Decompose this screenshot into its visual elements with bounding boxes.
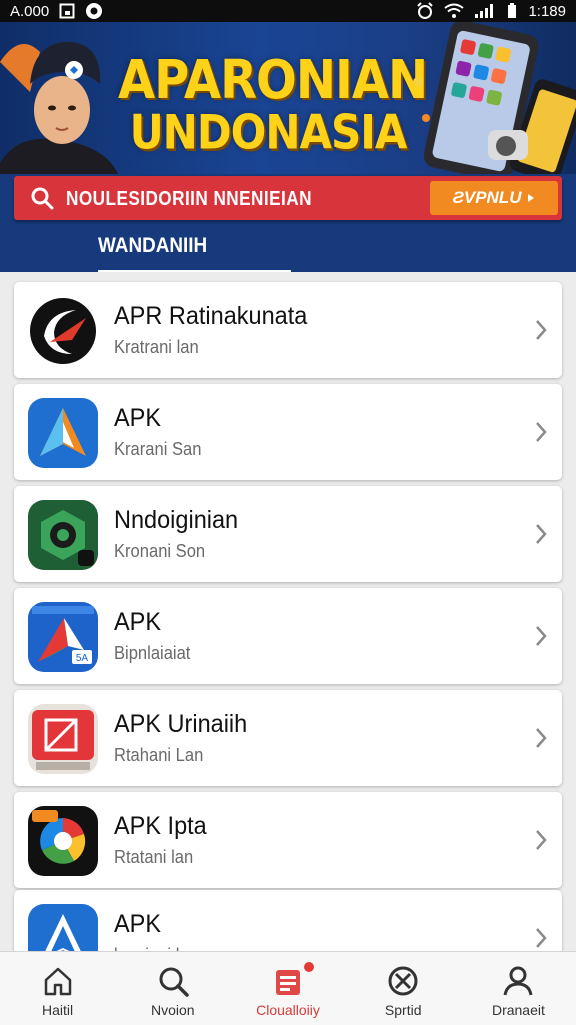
wifi-icon	[444, 3, 465, 18]
banner-title-line1: APARONIAN	[118, 48, 428, 112]
nav-label: Dranaeit	[491, 1002, 545, 1018]
app-name: APK Ipta	[114, 812, 207, 840]
chevron-right-icon	[536, 524, 547, 544]
nav-label: Cloualloiiy	[256, 1002, 320, 1018]
app-list-item[interactable]: APR Ratinakunata Kratrani lan	[14, 282, 562, 378]
promo-banner[interactable]: APARONIAN UNDONASIA	[0, 22, 576, 174]
search-bar[interactable]: NOULESIDORIIN NNENIEIAN ƧVPNLU	[14, 176, 562, 220]
search-area: NOULESIDORIIN NNENIEIAN ƧVPNLU WANDANIIH	[0, 174, 576, 272]
status-time-text: A.000	[10, 2, 50, 20]
app-name: APK	[114, 910, 162, 938]
chevron-right-icon	[536, 830, 547, 850]
app-list-item[interactable]: APK Urinaiih Rtahani Lan	[14, 690, 562, 786]
nav-item-profile[interactable]: Dranaeit	[461, 952, 576, 1025]
compass-icon	[388, 966, 418, 996]
signal-icon	[475, 4, 494, 18]
search-action-button[interactable]: ƧVPNLU	[430, 181, 558, 215]
app-subtitle: Kronani Son	[114, 541, 206, 561]
search-input[interactable]: NOULESIDORIIN NNENIEIAN	[66, 188, 312, 211]
status-clock: 1:189	[528, 2, 566, 20]
chevron-right-icon	[536, 928, 547, 948]
app-subtitle: Rtatani lan	[114, 847, 194, 867]
app-name: APR Ratinakunata	[114, 302, 308, 330]
app-subtitle: Rtahani Lan	[114, 745, 204, 765]
nav-label: Sprtid	[384, 1002, 422, 1018]
blue-paper-plane-icon: 5A	[28, 602, 98, 672]
app-notification-icon	[86, 3, 103, 19]
image-notification-icon	[59, 3, 75, 19]
app-name: APK Urinaiih	[114, 710, 248, 738]
nav-label: Nvoion	[151, 1002, 195, 1018]
nav-label: Haitil	[42, 1002, 74, 1018]
app-badge: 5A	[76, 653, 89, 664]
alarm-icon	[417, 2, 434, 19]
blue-arrow-app-icon	[28, 398, 98, 468]
app-list-item[interactable]: APK Krarani San	[14, 384, 562, 480]
chevron-right-icon	[536, 422, 547, 442]
colorful-circle-app-icon	[28, 806, 98, 876]
search-action-label: ƧVPNLU	[452, 188, 522, 207]
phones-illustration	[413, 22, 576, 174]
app-name: Nndoiginian	[114, 506, 239, 534]
nav-item-category[interactable]: Cloualloiiy	[230, 952, 345, 1025]
status-bar: A.000 1:189	[0, 0, 576, 22]
nav-item-explore[interactable]: Sprtid	[346, 952, 461, 1025]
chevron-right-icon	[536, 626, 547, 646]
caret-right-icon	[528, 194, 535, 202]
chevron-right-icon	[536, 728, 547, 748]
home-icon	[44, 967, 71, 996]
bottom-navigation: Haitil Nvoion Cloualloiiy Sprtid Dranaei…	[0, 951, 576, 1025]
red-square-app-icon	[28, 704, 98, 774]
search-icon	[31, 187, 54, 210]
app-list-item[interactable]: APK Ipta Rtatani lan	[14, 792, 562, 888]
app-name: APK	[114, 608, 162, 636]
app-subtitle: Kratrani lan	[114, 337, 199, 357]
nav-item-search[interactable]: Nvoion	[115, 952, 230, 1025]
banner-title-line2: UNDONASIA	[129, 105, 408, 160]
mascot-illustration	[0, 41, 118, 174]
tab-active[interactable]: WANDANIIH	[98, 234, 207, 258]
chevron-right-icon	[536, 320, 547, 340]
app-subtitle: Krarani San	[114, 439, 202, 459]
app-subtitle: Bipnlaiaiat	[114, 643, 191, 663]
battery-icon	[508, 3, 517, 18]
app-list-item[interactable]: Nndoiginian Kronani Son	[14, 486, 562, 582]
tab-underline	[98, 270, 291, 272]
notification-dot	[301, 960, 316, 974]
person-icon	[503, 966, 533, 996]
clipboard-icon	[276, 970, 300, 995]
crescent-logo-icon	[28, 296, 98, 366]
nav-item-home[interactable]: Haitil	[0, 952, 115, 1025]
search-icon	[159, 967, 189, 997]
app-list-item[interactable]: 5A APK Bipnlaiaiat	[14, 588, 562, 684]
app-name: APK	[114, 404, 162, 432]
green-hex-app-icon	[28, 500, 98, 570]
